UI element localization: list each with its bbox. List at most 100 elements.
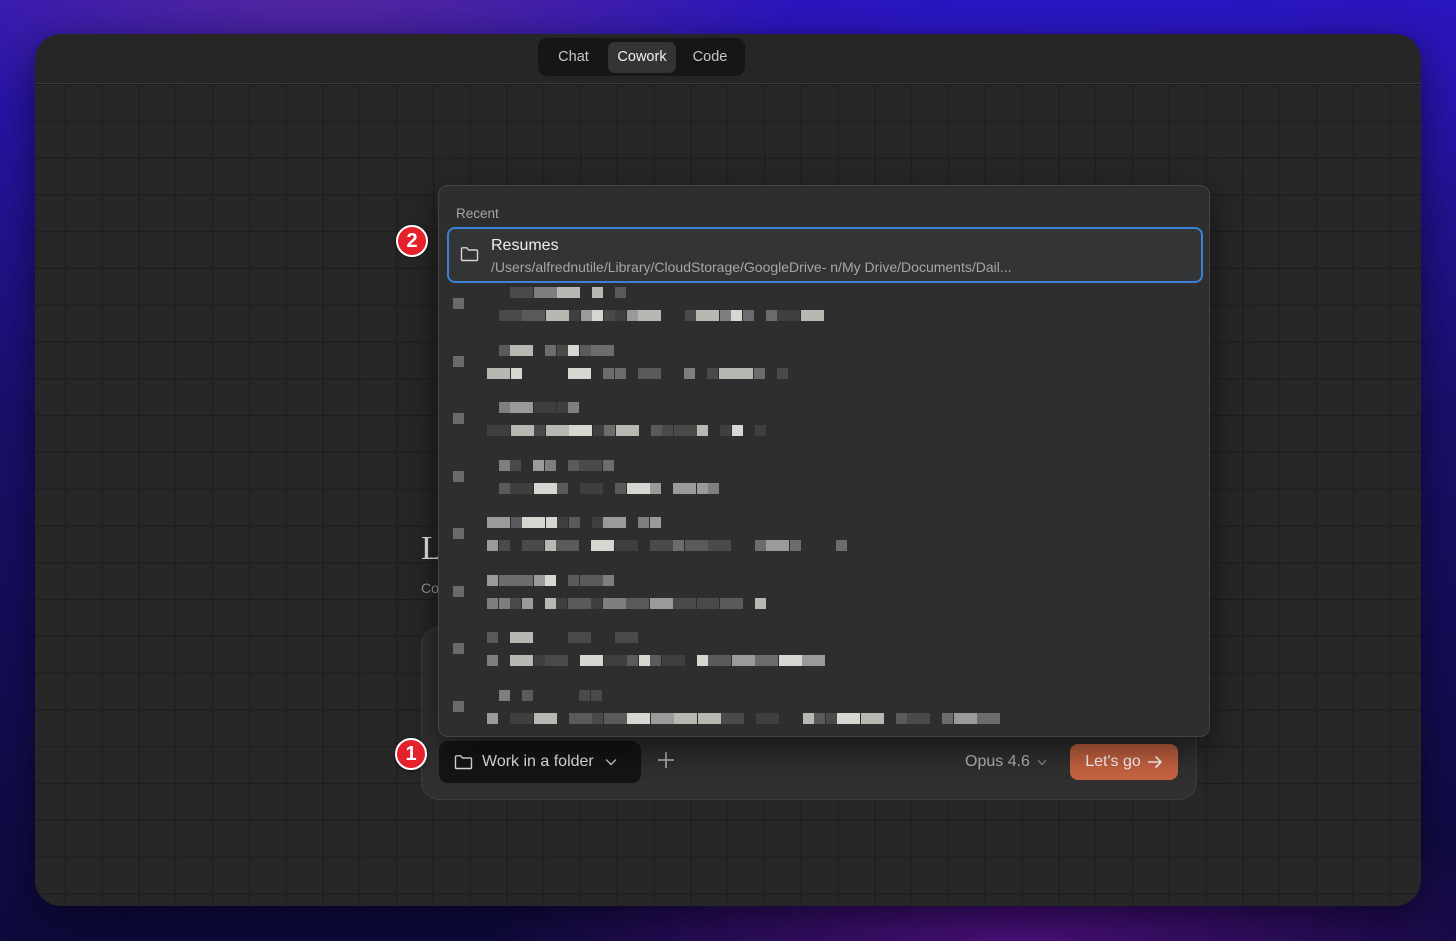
- redacted-block: [800, 310, 824, 321]
- recent-item-redacted[interactable]: [447, 687, 1203, 737]
- redacted-block: [753, 367, 765, 379]
- redacted-block: [510, 597, 521, 609]
- redacted-block: [545, 425, 569, 436]
- redacted-block: [556, 540, 579, 551]
- redacted-block: [568, 574, 579, 586]
- redacted-block: [510, 517, 522, 528]
- redacted-block: [544, 540, 556, 551]
- redacted-block: [498, 689, 510, 701]
- redacted-block: [778, 655, 802, 666]
- redacted-block: [684, 540, 708, 551]
- redacted-block: [510, 482, 533, 494]
- redacted-block: [568, 344, 579, 356]
- redacted-block: [802, 712, 814, 724]
- add-button[interactable]: [653, 749, 679, 775]
- redacted-block: [615, 482, 626, 494]
- redacted-block: [696, 597, 708, 609]
- chevron-down-icon: [605, 758, 617, 766]
- redacted-block: [453, 470, 464, 482]
- lets-go-button[interactable]: Let's go: [1070, 744, 1178, 780]
- redacted-block: [521, 597, 533, 609]
- redacted-block: [533, 482, 557, 494]
- redacted-block: [708, 540, 731, 551]
- redacted-block: [569, 425, 592, 436]
- redacted-block: [708, 597, 719, 609]
- redacted-block: [742, 310, 754, 321]
- redacted-block: [510, 655, 533, 666]
- redacted-block: [673, 482, 696, 494]
- redacted-block: [977, 712, 1000, 724]
- redacted-block: [510, 632, 533, 643]
- redacted-block: [708, 655, 731, 666]
- redacted-block: [592, 425, 604, 436]
- tab-code[interactable]: Code: [678, 42, 742, 73]
- redacted-block: [510, 287, 533, 298]
- work-in-folder-button[interactable]: Work in a folder: [439, 741, 641, 783]
- redacted-block: [580, 482, 603, 494]
- redacted-block: [626, 597, 649, 609]
- model-selector[interactable]: Opus 4.6: [965, 749, 1047, 775]
- redacted-block: [487, 632, 498, 643]
- redacted-block: [591, 517, 603, 528]
- recent-item-redacted[interactable]: [447, 284, 1203, 340]
- redacted-block: [580, 655, 603, 666]
- redacted-block: [603, 574, 614, 586]
- redacted-block: [604, 425, 615, 436]
- redacted-block: [487, 712, 498, 724]
- recent-item-redacted[interactable]: [447, 572, 1203, 628]
- redacted-block: [522, 574, 533, 586]
- recent-item-redacted[interactable]: [447, 514, 1203, 570]
- redacted-block: [545, 402, 556, 413]
- redacted-block: [953, 712, 977, 724]
- redacted-block: [614, 540, 638, 551]
- redacted-block: [498, 540, 510, 551]
- redacted-block: [453, 643, 464, 654]
- redacted-block: [650, 712, 674, 724]
- redacted-block: [568, 367, 591, 379]
- recent-item-redacted[interactable]: [447, 342, 1203, 398]
- redacted-block: [487, 517, 510, 528]
- lets-go-label: Let's go: [1085, 753, 1141, 770]
- redacted-block: [638, 517, 649, 528]
- recent-folders-dropdown: Recent Resumes /Users/alfrednutile/Libra…: [438, 185, 1210, 737]
- redacted-block: [615, 425, 639, 436]
- redacted-block: [522, 310, 545, 321]
- redacted-block: [453, 585, 464, 597]
- redacted-block: [603, 712, 627, 724]
- redacted-block: [453, 528, 464, 539]
- tab-chat[interactable]: Chat: [541, 42, 606, 73]
- redacted-block: [789, 540, 801, 551]
- redacted-block: [557, 482, 568, 494]
- redacted-block: [453, 355, 464, 367]
- redacted-block: [510, 402, 533, 413]
- redacted-block: [673, 425, 697, 436]
- recent-item-redacted[interactable]: [447, 399, 1203, 455]
- recent-item-resumes[interactable]: Resumes /Users/alfrednutile/Library/Clou…: [447, 227, 1203, 283]
- redacted-block: [614, 632, 638, 643]
- redacted-block: [510, 367, 522, 379]
- redacted-block: [487, 655, 498, 666]
- recent-item-redacted[interactable]: [447, 457, 1203, 513]
- recent-item-redacted[interactable]: [447, 629, 1203, 685]
- redacted-block: [627, 712, 650, 724]
- redacted-block: [776, 367, 788, 379]
- redacted-block: [591, 597, 602, 609]
- redacted-block: [556, 597, 567, 609]
- redacted-block: [603, 655, 627, 666]
- page-subtitle: Co: [421, 580, 439, 596]
- redacted-block: [556, 344, 568, 356]
- annotation-badge-1: 1: [395, 738, 427, 770]
- redacted-block: [615, 287, 626, 298]
- redacted-block: [568, 402, 579, 413]
- redacted-block: [567, 597, 591, 609]
- dropdown-header: Recent: [456, 206, 499, 221]
- redacted-block: [569, 310, 580, 321]
- redacted-block: [860, 712, 884, 724]
- tab-cowork[interactable]: Cowork: [608, 41, 676, 73]
- redacted-block: [533, 655, 545, 666]
- redacted-block: [650, 482, 661, 494]
- redacted-block: [557, 517, 568, 528]
- work-in-folder-label: Work in a folder: [482, 753, 594, 770]
- redacted-block: [673, 540, 684, 551]
- redacted-block: [545, 344, 556, 356]
